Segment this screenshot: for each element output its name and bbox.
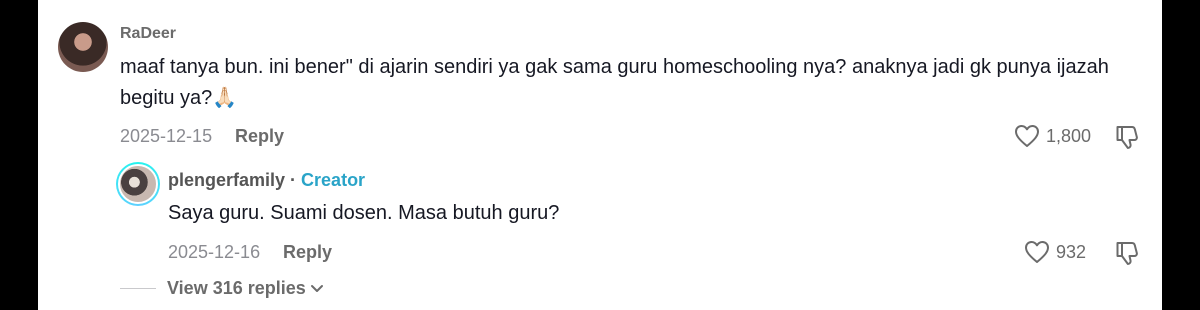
avatar[interactable] [58,22,108,72]
creator-badge: Creator [301,170,366,190]
comment-body: maaf tanya bun. ini bener" di ajarin sen… [120,56,1109,109]
reply-date: 2025-12-16 [168,242,261,262]
reply-like-button[interactable]: 932 [1024,240,1086,264]
heart-outline-icon [1025,241,1049,263]
thumbs-down-outline-icon[interactable] [1114,124,1140,150]
chevron-down-icon [310,284,323,292]
comment-panel [38,0,1162,310]
creator-avatar-image [118,164,158,204]
creator-avatar[interactable] [116,162,160,206]
praying-hands-icon: 🙏🏻 [212,87,238,109]
thumbs-down-outline-icon[interactable] [1114,240,1140,266]
comment-text: maaf tanya bun. ini bener" di ajarin sen… [120,52,1120,114]
like-button[interactable]: 1,800 [1014,124,1091,148]
reply-text: Saya guru. Suami dosen. Masa butuh guru? [168,202,560,224]
comment-username[interactable]: RaDeer [120,25,176,43]
like-count: 1,800 [1046,125,1092,146]
reply-username-line: plengerfamily · Creator [168,170,365,191]
replies-divider [120,288,156,289]
reply-like-count: 932 [1056,241,1087,262]
comment-date: 2025-12-15 [120,126,213,146]
view-replies-label: View 316 replies [167,278,306,298]
reply-button[interactable]: Reply [235,126,284,147]
heart-outline-icon [1015,125,1039,147]
reply-username[interactable]: plengerfamily [168,170,285,190]
username-separator: · [285,170,302,190]
view-replies-button[interactable]: View 316 replies [167,278,324,299]
reply-reply-button[interactable]: Reply [283,242,332,263]
